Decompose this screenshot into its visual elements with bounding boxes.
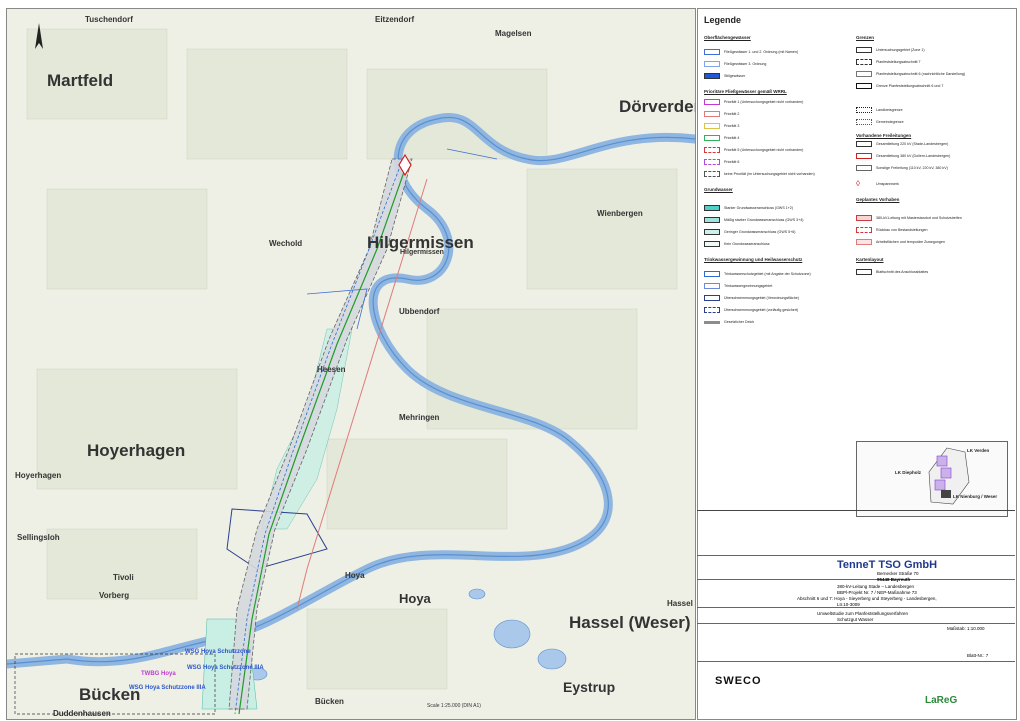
sheet-number: Blatt-Nr.: 7	[967, 653, 989, 658]
place-martfeld: Martfeld	[47, 71, 114, 90]
place-sellingsloh: Sellingsloh	[17, 533, 60, 542]
title-block: TenneT TSO GmbH Bernecker Straße 70 9544…	[697, 510, 1015, 719]
legend-row: Priorität 4	[704, 135, 739, 142]
legend-row: Kein Grundwasseranschluss	[704, 241, 770, 248]
legend-section-existing: Vorhandene Freileitungen	[856, 133, 912, 138]
map-area[interactable]: Tuschendorf Eitzendorf Magelsen Martfeld…	[6, 8, 696, 720]
legend-row: Trinkwassergewinnungsgebiet	[704, 283, 772, 290]
legend-row: 380-kV-Leitung mit Masterstandort und Sc…	[856, 215, 962, 222]
overview-label-verden: LK Verden	[967, 448, 990, 453]
protection-label-3: TWBG Hoya	[141, 671, 176, 677]
legend-row: Gemeindegrenze	[856, 119, 904, 126]
place-wechold: Wechold	[269, 239, 303, 248]
legend-row: Planfeststellungsabschnitt 7	[856, 59, 921, 66]
place-buecken-small: Bücken	[315, 697, 344, 706]
legend-row: Rückbau von Bestandsleitungen	[856, 227, 928, 234]
place-hoya-small: Hoya	[345, 571, 365, 580]
legend-row: keine Priorität (im Untersuchungsgebiet …	[704, 171, 815, 178]
topic-line-1: Umweltstudie zum Planfeststellungsverfah…	[817, 611, 909, 616]
company-name: TenneT TSO GmbH	[837, 559, 938, 571]
legend-row: Gesamtleitung 380 kV (Dollern-Landesberg…	[856, 153, 950, 160]
place-doerverden: Dörverden	[619, 97, 696, 116]
legend-row: Stillgewässer	[704, 73, 745, 80]
legend-row: Untersuchungsgebiet (Zone 1)	[856, 47, 925, 54]
scale-label: Maßstab: 1:10.000	[947, 626, 985, 631]
place-vorberg: Vorberg	[99, 591, 130, 600]
legend-row: Fließgewässer 3. Ordnung	[704, 61, 766, 68]
overview-map: LK Verden LK Diepholz LK Nienburg / Wese…	[856, 441, 1008, 517]
legend-section-drinking: Trinkwassergewinnung und Heilwasserschut…	[704, 257, 803, 262]
legend-row: Landkreisgrenze	[856, 107, 903, 114]
place-mehringen: Mehringen	[399, 413, 440, 422]
overview-label-diepholz: LK Diepholz	[895, 470, 921, 475]
legend-row: Mäßig starker Grundwasseranschluss (GWS …	[704, 217, 803, 224]
legend-row: Priorität 3	[704, 123, 739, 130]
place-hoya: Hoya	[399, 591, 431, 606]
project-line-3: Abschnitt 6 und 7: Hoya - Sieyerberg und…	[797, 596, 937, 601]
place-wienbergen: Wienbergen	[597, 209, 643, 218]
legend-row: ◊ Umspannwerk	[856, 179, 899, 189]
legend-row: Arbeitsflächen und temporäre Zuwegungen	[856, 239, 945, 246]
legend-row: Priorität 1 (Untersuchungsgebiet nicht v…	[704, 99, 803, 106]
legend-row: Grenze Planfeststellungsabschnitt 6 und …	[856, 83, 943, 90]
overview-label-nienburg: LK Nienburg / Weser	[953, 494, 998, 499]
place-heesen: Heesen	[317, 365, 346, 374]
legend-row: Fließgewässer 1. und 2. Ordnung (mit Nam…	[704, 49, 798, 56]
consultant-logo: SWECO	[715, 675, 762, 687]
legend-row: Überschwemmungsgebiet (Verordnungsfläche…	[704, 295, 799, 302]
place-hilgermissen-small: Hilgermissen	[400, 249, 444, 256]
company-address-2: 95448 Bayreuth	[877, 577, 911, 582]
place-tivoli: Tivoli	[113, 573, 134, 582]
legend-row: Priorität 5 (Untersuchungsgebiet nicht v…	[704, 147, 803, 154]
overview-map-shapes	[928, 447, 970, 505]
place-hassel-small: Hassel	[667, 599, 693, 608]
legend-section-borders: Grenzen	[856, 35, 875, 40]
legend-row: Starker Grundwasseranschluss (GWS 1+2)	[704, 205, 793, 212]
protection-label-2: WSG Hoya Schutzzone IIIA	[129, 685, 206, 691]
place-ubbendorf: Ubbendorf	[399, 307, 440, 316]
scale-note: Scale 1:25.000 (DIN A1)	[427, 703, 481, 709]
legend-section-water: Oberflächengewässer	[704, 35, 751, 40]
place-eystrup: Eystrup	[563, 679, 616, 695]
legend-row: Blattschnitt des Anschlussblattes	[856, 269, 928, 276]
project-line-1: 380-kV-Leitung Stade – Landesbergen	[837, 584, 915, 589]
legend-title: Legende	[704, 15, 742, 25]
project-line-4: Ltr.10-3009	[837, 602, 860, 607]
legend-row: Überschwemmungsgebiet (vorläufig gesiche…	[704, 307, 798, 314]
partner-logo: LaReG	[925, 695, 958, 706]
protection-label-4: WSG Hoya Schutzzone IIIA	[187, 665, 264, 671]
legend-row: Geringer Grundwasseranschluss (GWS 5+6)	[704, 229, 795, 236]
legend-section-groundwater: Grundwasser	[704, 187, 733, 192]
project-line-2: BBPl-Projekt Nr. 7 / NEP-Maßnahme 73	[837, 590, 917, 595]
company-address-1: Bernecker Straße 70	[877, 571, 919, 576]
legend-row: Planfeststellungsabschnitt 6 (nachrichtl…	[856, 71, 965, 78]
place-hassel-weser: Hassel (Weser)	[569, 613, 691, 632]
place-hoyerhagen-small: Hoyerhagen	[15, 471, 62, 480]
legend-row: Priorität 6	[704, 159, 739, 166]
place-tuschendorf: Tuschendorf	[85, 15, 133, 24]
topic-line-2: Schutzgut Wasser	[837, 617, 874, 622]
legend-row: Gesetzlicher Deich	[704, 319, 754, 326]
place-duddenhausen: Duddenhausen	[53, 709, 111, 718]
legend-row: Gesamtleitung 220 kV (Stade-Landesbergen…	[856, 141, 948, 148]
place-eitzendorf: Eitzendorf	[375, 15, 415, 24]
place-magelsen: Magelsen	[495, 29, 532, 38]
legend-section-planned: Geplantes Vorhaben	[856, 197, 900, 202]
legend-section-priority: Prioritäre Fließgewässer gemäß WRRL	[704, 89, 787, 94]
legend-section-map: Kartenlayout	[856, 257, 884, 262]
legend-row: Trinkwasserschutzgebiet (mit Angabe der …	[704, 271, 811, 278]
legend-row: Sonstige Freileitung (110 kV, 220 kV, 38…	[856, 165, 948, 172]
legend-row: Priorität 2	[704, 111, 739, 118]
map-sheet: Tuschendorf Eitzendorf Magelsen Martfeld…	[0, 0, 1020, 721]
protection-label-1: WSG Hoya Schutzzone	[185, 649, 251, 655]
place-hoyerhagen: Hoyerhagen	[87, 441, 186, 460]
